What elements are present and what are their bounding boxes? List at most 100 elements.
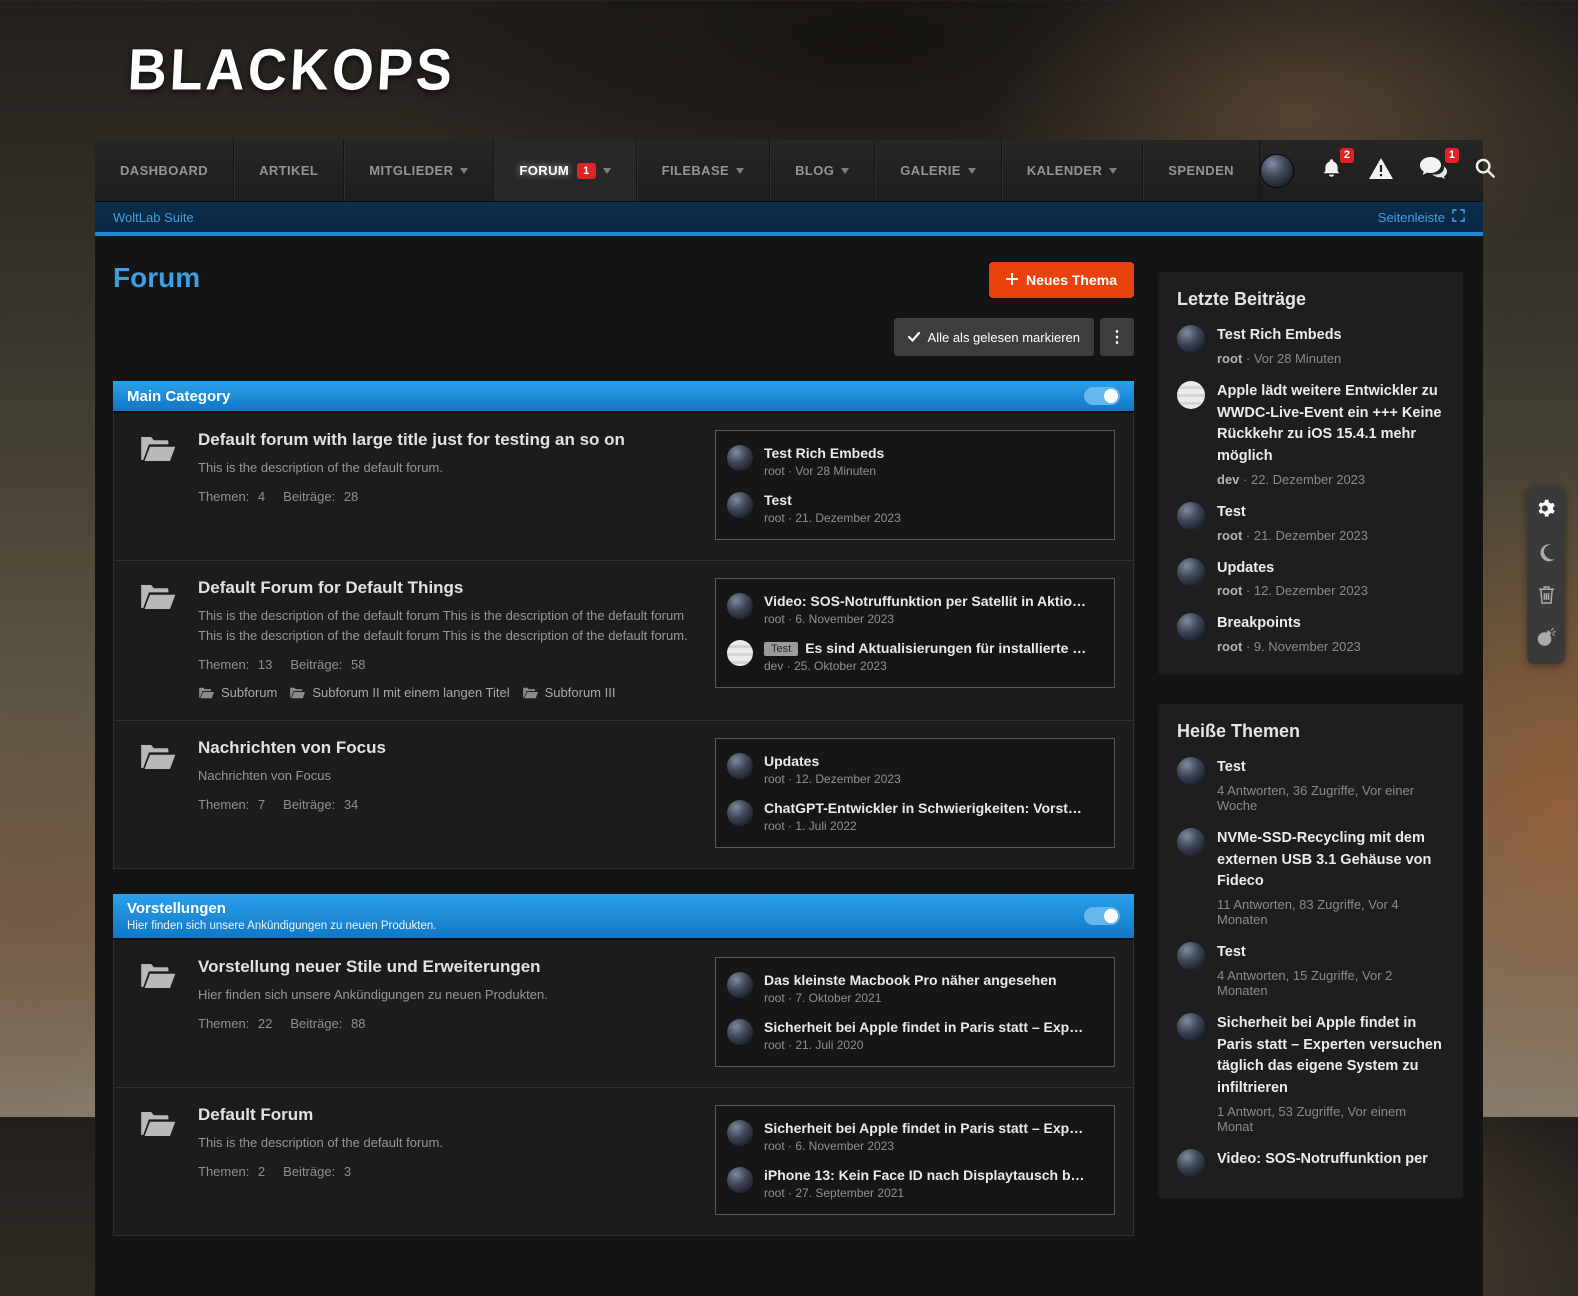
- avatar[interactable]: [727, 593, 753, 619]
- topics-label: Themen:: [198, 1016, 249, 1031]
- post-author[interactable]: root: [1217, 639, 1242, 654]
- forum-title[interactable]: Nachrichten von Focus: [198, 738, 697, 758]
- avatar[interactable]: [1177, 502, 1205, 530]
- side-item-text: Test 4 Antworten, 36 Zugriffe, Vor einer …: [1217, 757, 1444, 813]
- avatar[interactable]: [1177, 325, 1205, 353]
- posts-label: Beiträge:: [283, 489, 335, 504]
- avatar[interactable]: [1177, 942, 1205, 970]
- dark-mode-button[interactable]: [1537, 543, 1556, 566]
- site-logo[interactable]: BLACKOPS: [126, 37, 456, 104]
- nav-item-dashboard[interactable]: DASHBOARD: [95, 140, 234, 201]
- avatar[interactable]: [727, 1120, 753, 1146]
- search-button[interactable]: [1474, 157, 1496, 184]
- post-author[interactable]: root: [1217, 583, 1242, 598]
- notifications-button[interactable]: 2: [1321, 157, 1342, 184]
- avatar[interactable]: [727, 492, 753, 518]
- category-subtitle: Hier finden sich unsere Ankündigungen zu…: [127, 920, 436, 932]
- post-title[interactable]: iPhone 13: Kein Face ID nach Displaytaus…: [764, 1167, 1103, 1183]
- post-title[interactable]: Sicherheit bei Apple findet in Paris sta…: [764, 1120, 1103, 1136]
- subforum-link[interactable]: Subforum III: [522, 685, 616, 700]
- post-text: iPhone 13: Kein Face ID nach Displaytaus…: [764, 1167, 1103, 1200]
- side-topic-title[interactable]: Test: [1217, 757, 1444, 779]
- category-collapse-toggle[interactable]: [1084, 907, 1120, 925]
- breadcrumb[interactable]: WoltLab Suite: [113, 210, 194, 225]
- side-post-title[interactable]: Breakpoints: [1217, 613, 1444, 635]
- user-avatar[interactable]: [1260, 154, 1294, 188]
- avatar[interactable]: [1177, 828, 1205, 856]
- nav-item-spenden[interactable]: SPENDEN: [1143, 140, 1260, 201]
- forum-title[interactable]: Default forum with large title just for …: [198, 430, 697, 450]
- subforum-link[interactable]: Subforum: [198, 685, 277, 700]
- more-options-button[interactable]: ⋮: [1100, 318, 1134, 356]
- post-title[interactable]: Test: [764, 492, 1103, 508]
- avatar[interactable]: [1177, 613, 1205, 641]
- side-topic-title[interactable]: NVMe-SSD-Recycling mit dem externen USB …: [1217, 828, 1444, 893]
- mark-all-read-button[interactable]: Alle als gelesen markieren: [894, 318, 1094, 356]
- avatar[interactable]: [727, 972, 753, 998]
- post-title[interactable]: Sicherheit bei Apple findet in Paris sta…: [764, 1019, 1103, 1035]
- post-title[interactable]: Das kleinste Macbook Pro näher angesehen: [764, 972, 1103, 988]
- side-post-title[interactable]: Updates: [1217, 558, 1444, 580]
- side-topic-title[interactable]: Sicherheit bei Apple findet in Paris sta…: [1217, 1013, 1444, 1100]
- forum-topics-count: Themen: 22: [198, 1016, 272, 1031]
- post-title[interactable]: ChatGPT-Entwickler in Schwierigkeiten: V…: [764, 800, 1103, 816]
- forum-title[interactable]: Default Forum: [198, 1105, 697, 1125]
- avatar[interactable]: [1177, 1013, 1205, 1041]
- post-author[interactable]: root: [1217, 351, 1242, 366]
- avatar[interactable]: [1177, 381, 1205, 409]
- side-post-title[interactable]: Test Rich Embeds: [1217, 325, 1444, 347]
- side-item-text: Apple lädt weitere Entwickler zu WWDC-Li…: [1217, 381, 1444, 487]
- nav-item-kalender[interactable]: KALENDER: [1002, 140, 1143, 201]
- side-topic-meta: 4 Antworten, 36 Zugriffe, Vor einer Woch…: [1217, 783, 1444, 813]
- new-topic-button[interactable]: Neues Thema: [989, 262, 1134, 298]
- post-title[interactable]: Test Rich Embeds: [764, 445, 1103, 461]
- post-meta: root · 21. Dezember 2023: [764, 511, 1103, 525]
- avatar[interactable]: [727, 800, 753, 826]
- conversations-button[interactable]: 1: [1420, 157, 1447, 184]
- avatar[interactable]: [1177, 1149, 1205, 1177]
- nav-item-forum[interactable]: FORUM1: [494, 140, 636, 201]
- nav-item-filebase[interactable]: FILEBASE: [637, 140, 770, 201]
- avatar[interactable]: [1177, 757, 1205, 785]
- chevron-down-icon: [603, 168, 611, 174]
- forum-description: This is the description of the default f…: [198, 1133, 697, 1153]
- avatar[interactable]: [1177, 558, 1205, 586]
- settings-button[interactable]: [1536, 499, 1557, 524]
- bomb-button[interactable]: [1536, 627, 1556, 651]
- side-topic-title[interactable]: Video: SOS-Notruffunktion per: [1217, 1149, 1444, 1171]
- sidebar-toggle-button[interactable]: Seitenleiste: [1378, 209, 1465, 225]
- check-icon: [908, 330, 920, 345]
- post-title[interactable]: Updates: [764, 753, 1103, 769]
- moderation-button[interactable]: [1369, 158, 1393, 184]
- post-author[interactable]: root: [1217, 528, 1242, 543]
- breadcrumb-bar: WoltLab Suite Seitenleiste: [95, 202, 1483, 236]
- avatar[interactable]: [727, 445, 753, 471]
- side-topic-title[interactable]: Test: [1217, 942, 1444, 964]
- forum-title[interactable]: Default Forum for Default Things: [198, 578, 697, 598]
- nav-item-blog[interactable]: BLOG: [770, 140, 875, 201]
- nav-item-galerie[interactable]: GALERIE: [875, 140, 1002, 201]
- side-post-meta: root · 9. November 2023: [1217, 639, 1444, 654]
- post-title[interactable]: TestEs sind Aktualisierungen für install…: [764, 640, 1103, 656]
- avatar[interactable]: [727, 640, 753, 666]
- avatar[interactable]: [727, 1019, 753, 1045]
- forum-topics-count: Themen: 13: [198, 657, 272, 672]
- subforum-link[interactable]: Subforum II mit einem langen Titel: [289, 685, 509, 700]
- forum-title[interactable]: Vorstellung neuer Stile und Erweiterunge…: [198, 957, 697, 977]
- nav-item-artikel[interactable]: ARTIKEL: [234, 140, 344, 201]
- nav-list: DASHBOARDARTIKEL MITGLIEDER FORUM1FILEBASE…: [95, 140, 1260, 201]
- side-post-title[interactable]: Apple lädt weitere Entwickler zu WWDC-Li…: [1217, 381, 1444, 468]
- nav-item-label: MITGLIEDER: [369, 163, 453, 178]
- nav-item-mitglieder[interactable]: MITGLIEDER: [344, 140, 494, 201]
- post-title[interactable]: Video: SOS-Notruffunktion per Satellit i…: [764, 593, 1103, 609]
- avatar[interactable]: [727, 1167, 753, 1193]
- content-area: Forum Neues Thema Alle als gelesen marki…: [95, 236, 1483, 1296]
- side-post-title[interactable]: Test: [1217, 502, 1444, 524]
- category-collapse-toggle[interactable]: [1084, 387, 1120, 405]
- trash-button[interactable]: [1538, 585, 1555, 608]
- avatar[interactable]: [727, 753, 753, 779]
- post-author[interactable]: dev: [1217, 472, 1239, 487]
- main-column: Forum Neues Thema Alle als gelesen marki…: [113, 262, 1134, 1236]
- category-title: Vorstellungen: [127, 900, 436, 917]
- posts-label: Beiträge:: [283, 797, 335, 812]
